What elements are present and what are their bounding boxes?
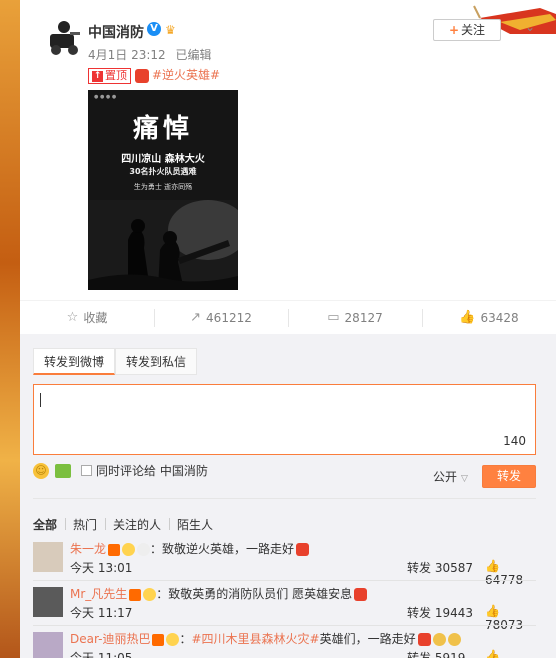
pin-icon: ↑ <box>92 70 103 82</box>
comment-user[interactable]: Mr_凡先生 <box>70 587 127 601</box>
vip-badge-icon <box>108 543 121 556</box>
comment-count: 28127 <box>344 310 383 325</box>
also-comment-label: 同时评论给 中国消防 <box>96 464 208 478</box>
tab-repost-to-message[interactable]: 转发到私信 <box>115 348 198 375</box>
image-upload-icon[interactable] <box>55 463 71 478</box>
comment-user[interactable]: 朱一龙 <box>70 542 106 556</box>
visibility-value: 公开 <box>433 470 458 484</box>
text-caret <box>40 393 41 407</box>
comment-repost-button[interactable]: 转发 19443 <box>407 604 473 621</box>
divider <box>33 625 536 626</box>
chevron-down-icon[interactable]: ⌄ <box>525 20 535 34</box>
thumbs-up-icon: 👍 <box>485 559 500 573</box>
comment-icon: ▭ <box>327 310 340 325</box>
visibility-select[interactable]: 公开 ▽ <box>433 468 468 485</box>
fire-icon <box>135 68 149 83</box>
follow-button[interactable]: + 关注 <box>433 19 501 41</box>
pinned-badge: ↑ 置顶 <box>88 68 131 84</box>
divider <box>33 498 536 499</box>
like-button[interactable]: 👍 63428 <box>422 301 556 334</box>
favorite-label: 收藏 <box>83 311 108 325</box>
tab-repost-to-weibo[interactable]: 转发到微博 <box>33 348 116 375</box>
firefighter-silhouette-image <box>88 200 238 290</box>
candle-icon <box>296 543 310 556</box>
verified-icon: V <box>147 22 161 36</box>
background-fire-art <box>0 0 20 658</box>
char-counter: 140 <box>503 434 526 448</box>
filter-hot[interactable]: 热门 <box>65 516 105 533</box>
comment-time[interactable]: 今天 11:17 <box>70 604 132 621</box>
person-icon <box>432 633 446 646</box>
thumbs-up-icon: 👍 <box>459 310 476 325</box>
person-icon <box>447 633 461 646</box>
comment-user[interactable]: Dear-迪丽热巴 <box>70 632 150 646</box>
repost-tabs: 转发到微博 转发到私信 <box>33 348 198 375</box>
post-meta: 4月1日 23:12 已编辑 <box>88 46 218 63</box>
image-motto: 生为勇士 逝亦同殇 <box>133 183 193 191</box>
favorite-button[interactable]: ☆ 收藏 <box>20 301 154 334</box>
repost-text-input[interactable]: 140 <box>33 384 536 455</box>
thumbs-up-icon: 👍 <box>485 604 500 618</box>
vip-badge-icon <box>129 588 142 601</box>
comment-like-button[interactable]: 👍78073 <box>485 604 536 632</box>
repost-submit-button[interactable]: 转发 <box>482 465 536 488</box>
crown-icon <box>166 633 180 646</box>
crown-icon <box>122 543 136 556</box>
image-subheadline: 30名扑火队员遇难 <box>129 167 197 176</box>
repost-filters: 全部 热门 关注的人 陌生人 <box>33 516 221 533</box>
panda-icon <box>137 543 151 556</box>
image-logos: ● ● ● ● <box>94 94 117 100</box>
comment-time[interactable]: 今天 13:01 <box>70 559 132 576</box>
repost-button[interactable]: ↗ 461212 <box>154 301 288 334</box>
repost-icon: ↗ <box>190 310 202 325</box>
topic-link[interactable]: #四川木里县森林火灾# <box>192 632 320 646</box>
comment-text: 朱一龙 ：致敬逆火英雄，一路走好 <box>70 540 310 557</box>
topic-link[interactable]: #逆火英雄# <box>152 68 220 82</box>
comment-text: Dear-迪丽热巴 ：#四川木里县森林火灾#英雄们，一路走好 <box>70 630 461 647</box>
image-title: 痛悼 <box>132 114 193 144</box>
comment-body: 英雄们，一路走好 <box>319 632 416 646</box>
filter-all[interactable]: 全部 <box>33 516 65 533</box>
emoji-icon[interactable]: ☺ <box>33 462 49 479</box>
post-action-bar: ☆ 收藏 ↗ 461212 ▭ 28127 👍 63428 <box>20 300 556 334</box>
author-name[interactable]: 中国消防 <box>88 22 144 42</box>
comment-body: ：致敬英勇的消防队员们 愿英雄安息 <box>156 587 353 601</box>
comment-repost-button[interactable]: 转发 5919 <box>407 649 465 658</box>
repost-tools: ☺ 同时评论给 中国消防 <box>33 462 208 479</box>
candle-icon <box>417 633 431 646</box>
vip-badge-icon <box>152 633 165 646</box>
divider <box>33 580 536 581</box>
edited-label[interactable]: 已编辑 <box>176 48 212 62</box>
comment-like-button[interactable]: 👍64778 <box>485 559 536 587</box>
repost-count: 461212 <box>206 310 252 325</box>
chevron-down-icon: ▽ <box>461 474 468 484</box>
post-time[interactable]: 4月1日 23:12 <box>88 48 166 62</box>
pinned-label: 置顶 <box>105 69 127 82</box>
star-icon: ☆ <box>66 310 79 325</box>
follow-label: 关注 <box>461 23 486 37</box>
comment-repost-button[interactable]: 转发 30587 <box>407 559 473 576</box>
repost-panel: 转发到微博 转发到私信 140 ☺ 同时评论给 中国消防 公开 ▽ 转发 全部 热… <box>20 334 556 658</box>
comment-body: ：致敬逆火英雄，一路走好 <box>150 542 295 556</box>
candle-icon <box>354 588 368 601</box>
image-headline: 四川凉山 森林大火 <box>121 154 205 165</box>
avatar[interactable] <box>33 587 63 617</box>
comment-like-button[interactable]: 👍55773 <box>485 649 536 658</box>
avatar[interactable] <box>33 542 63 572</box>
author-avatar[interactable] <box>40 14 88 62</box>
weibo-post-card: 中国消防 V ♛ 4月1日 23:12 已编辑 + 关注 ⌄ ↑ 置顶 #逆火英雄# … <box>20 0 556 658</box>
like-count: 63428 <box>480 310 519 325</box>
comment-time[interactable]: 今天 11:05 <box>70 649 132 658</box>
comment-button[interactable]: ▭ 28127 <box>288 301 422 334</box>
post-content: ↑ 置顶 #逆火英雄# <box>88 66 220 84</box>
post-image[interactable]: ● ● ● ● 痛悼 四川凉山 森林大火 30名扑火队员遇难 生为勇士 逝亦同殇 <box>88 90 238 290</box>
avatar[interactable] <box>33 632 63 658</box>
crown-icon <box>143 588 157 601</box>
member-crown-icon: ♛ <box>165 23 176 37</box>
filter-following[interactable]: 关注的人 <box>105 516 169 533</box>
comment-text: Mr_凡先生 ：致敬英勇的消防队员们 愿英雄安息 <box>70 585 368 602</box>
also-comment-checkbox[interactable] <box>81 465 92 476</box>
filter-strangers[interactable]: 陌生人 <box>169 516 221 533</box>
thumbs-up-icon: 👍 <box>485 649 500 658</box>
